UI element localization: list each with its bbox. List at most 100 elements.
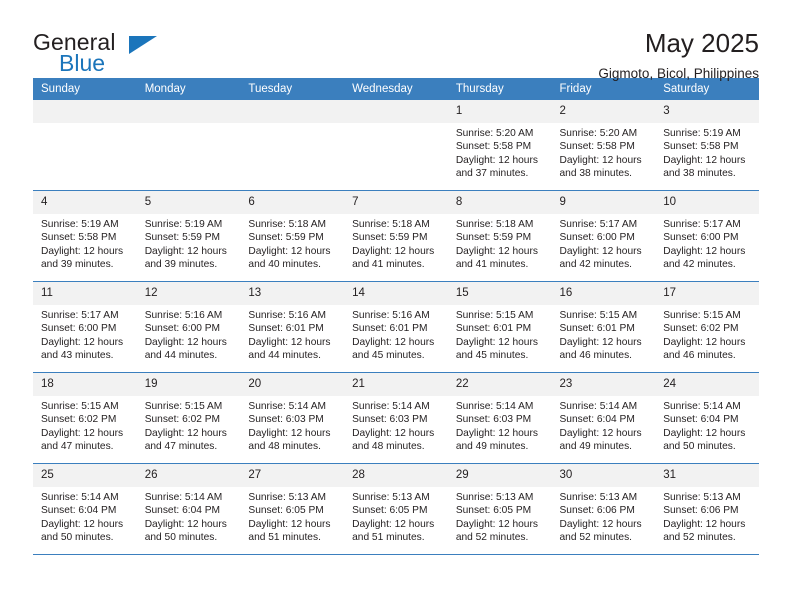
day-number: 31: [655, 464, 759, 487]
daylight-text-line2: and 51 minutes.: [352, 531, 425, 543]
day-cell[interactable]: 20 Sunrise: 5:14 AM Sunset: 6:03 PM Dayligh…: [240, 373, 345, 463]
daylight-text-line2: and 50 minutes.: [41, 531, 114, 543]
daylight-text-line2: and 51 minutes.: [248, 531, 321, 543]
day-cell[interactable]: 27 Sunrise: 5:13 AM Sunset: 6:05 PM Dayligh…: [240, 464, 345, 554]
day-cell[interactable]: 3 Sunrise: 5:19 AM Sunset: 5:58 PM Daylight…: [655, 100, 759, 190]
day-info: Sunrise: 5:14 AM Sunset: 6:04 PM Daylight:…: [655, 396, 759, 453]
sunrise-text: Sunrise: 5:14 AM: [559, 401, 638, 412]
daylight-text-line1: Daylight: 12 hours: [455, 154, 538, 166]
day-number: 1: [447, 100, 552, 123]
day-number: 26: [136, 464, 241, 487]
day-cell[interactable]: 23 Sunrise: 5:14 AM Sunset: 6:04 PM Dayligh…: [551, 373, 656, 463]
sunrise-text: Sunrise: 5:17 AM: [41, 310, 119, 321]
sunset-text: Sunset: 6:04 PM: [41, 505, 117, 517]
day-cell[interactable]: 17 Sunrise: 5:15 AM Sunset: 6:02 PM Dayligh…: [655, 282, 759, 372]
day-cell[interactable]: 2 Sunrise: 5:20 AM Sunset: 5:58 PM Daylight…: [551, 100, 656, 190]
daylight-text-line2: and 45 minutes.: [352, 349, 425, 361]
day-cell[interactable]: 15 Sunrise: 5:15 AM Sunset: 6:01 PM Dayligh…: [447, 282, 552, 372]
sunrise-text: Sunrise: 5:19 AM: [144, 219, 223, 230]
calendar-week-row: 1 Sunrise: 5:20 AM Sunset: 5:58 PM Daylight…: [33, 100, 759, 191]
daylight-text-line1: Daylight: 12 hours: [663, 518, 746, 530]
sunset-text: Sunset: 6:02 PM: [663, 323, 739, 335]
sunset-text: Sunset: 5:59 PM: [248, 232, 324, 244]
sunrise-text: Sunrise: 5:19 AM: [663, 128, 741, 139]
day-info: Sunrise: 5:20 AM Sunset: 5:58 PM Daylight:…: [552, 123, 656, 180]
daylight-text-line2: and 44 minutes.: [144, 349, 218, 361]
daylight-text-line1: Daylight: 12 hours: [455, 518, 538, 530]
calendar-week-row: 25 Sunrise: 5:14 AM Sunset: 6:04 PM Dayligh…: [33, 463, 759, 554]
sunrise-text: Sunrise: 5:14 AM: [144, 492, 223, 503]
sunset-text: Sunset: 6:01 PM: [559, 323, 635, 335]
sunrise-text: Sunrise: 5:13 AM: [352, 492, 430, 503]
day-number: [344, 100, 448, 123]
day-cell[interactable]: 11 Sunrise: 5:17 AM Sunset: 6:00 PM Dayligh…: [33, 282, 137, 372]
day-cell[interactable]: 13 Sunrise: 5:16 AM Sunset: 6:01 PM Dayligh…: [240, 282, 345, 372]
day-cell[interactable]: 9 Sunrise: 5:17 AM Sunset: 6:00 PM Daylight…: [551, 191, 656, 281]
day-cell[interactable]: 28 Sunrise: 5:13 AM Sunset: 6:05 PM Dayligh…: [344, 464, 448, 554]
daylight-text-line2: and 52 minutes.: [559, 531, 633, 543]
day-cell[interactable]: 8 Sunrise: 5:18 AM Sunset: 5:59 PM Daylight…: [447, 191, 552, 281]
sunset-text: Sunset: 5:59 PM: [352, 232, 428, 244]
day-cell[interactable]: 29 Sunrise: 5:13 AM Sunset: 6:05 PM Dayligh…: [447, 464, 552, 554]
day-cell[interactable]: 22 Sunrise: 5:14 AM Sunset: 6:03 PM Dayligh…: [447, 373, 552, 463]
sunset-text: Sunset: 5:58 PM: [455, 141, 532, 153]
day-cell[interactable]: 31 Sunrise: 5:13 AM Sunset: 6:06 PM Dayligh…: [655, 464, 759, 554]
day-number: 25: [33, 464, 137, 487]
daylight-text-line1: Daylight: 12 hours: [144, 427, 227, 439]
day-cell[interactable]: 25 Sunrise: 5:14 AM Sunset: 6:04 PM Dayligh…: [33, 464, 137, 554]
page-title: May 2025: [644, 28, 759, 58]
daylight-text-line2: and 38 minutes.: [663, 167, 736, 179]
sunset-text: Sunset: 6:04 PM: [663, 414, 739, 426]
day-info: Sunrise: 5:14 AM Sunset: 6:03 PM Daylight:…: [344, 396, 448, 453]
day-cell[interactable]: 18 Sunrise: 5:15 AM Sunset: 6:02 PM Dayligh…: [33, 373, 137, 463]
sunset-text: Sunset: 5:58 PM: [41, 232, 117, 244]
daylight-text-line2: and 46 minutes.: [663, 349, 736, 361]
sunrise-text: Sunrise: 5:16 AM: [248, 310, 326, 321]
sunset-text: Sunset: 6:03 PM: [352, 414, 428, 426]
daylight-text-line1: Daylight: 12 hours: [559, 427, 642, 439]
calendar-week-row: 11 Sunrise: 5:17 AM Sunset: 6:00 PM Dayligh…: [33, 281, 759, 373]
sunrise-text: Sunrise: 5:15 AM: [559, 310, 638, 321]
daylight-text-line2: and 43 minutes.: [41, 349, 114, 361]
day-cell[interactable]: 19 Sunrise: 5:15 AM Sunset: 6:02 PM Dayligh…: [136, 373, 241, 463]
day-cell[interactable]: 24 Sunrise: 5:14 AM Sunset: 6:04 PM Dayligh…: [655, 373, 759, 463]
day-info: Sunrise: 5:14 AM Sunset: 6:03 PM Daylight:…: [448, 396, 552, 453]
day-cell-empty: [240, 100, 345, 190]
day-cell[interactable]: 10 Sunrise: 5:17 AM Sunset: 6:00 PM Dayligh…: [655, 191, 759, 281]
daylight-text-line1: Daylight: 12 hours: [663, 154, 746, 166]
day-number: 24: [655, 373, 759, 396]
day-cell[interactable]: 21 Sunrise: 5:14 AM Sunset: 6:03 PM Dayligh…: [344, 373, 448, 463]
sunrise-text: Sunrise: 5:20 AM: [455, 128, 534, 139]
day-cell[interactable]: 16 Sunrise: 5:15 AM Sunset: 6:01 PM Dayligh…: [551, 282, 656, 372]
day-cell[interactable]: 7 Sunrise: 5:18 AM Sunset: 5:59 PM Daylight…: [344, 191, 448, 281]
sunset-text: Sunset: 6:04 PM: [144, 505, 221, 517]
daylight-text-line1: Daylight: 12 hours: [455, 245, 538, 257]
sunrise-text: Sunrise: 5:18 AM: [248, 219, 326, 230]
day-number: 19: [136, 373, 241, 396]
sunrise-text: Sunrise: 5:14 AM: [248, 401, 326, 412]
sunrise-text: Sunrise: 5:14 AM: [41, 492, 119, 503]
day-cell[interactable]: 12 Sunrise: 5:16 AM Sunset: 6:00 PM Dayligh…: [136, 282, 241, 372]
sunrise-text: Sunrise: 5:15 AM: [41, 401, 119, 412]
brand-logo[interactable]: General Blue: [33, 28, 263, 75]
daylight-text-line1: Daylight: 12 hours: [144, 518, 227, 530]
day-cell[interactable]: 30 Sunrise: 5:13 AM Sunset: 6:06 PM Dayligh…: [551, 464, 656, 554]
day-cell[interactable]: 4 Sunrise: 5:19 AM Sunset: 5:58 PM Daylight…: [33, 191, 137, 281]
day-info: Sunrise: 5:13 AM Sunset: 6:05 PM Daylight:…: [344, 487, 448, 544]
sunset-text: Sunset: 5:58 PM: [559, 141, 635, 153]
page-subtitle-location: Gigmoto, Bicol, Philippines: [598, 66, 759, 81]
day-cell[interactable]: 6 Sunrise: 5:18 AM Sunset: 5:59 PM Daylight…: [240, 191, 345, 281]
day-cell-empty: [344, 100, 448, 190]
day-number: 16: [551, 282, 656, 305]
day-cell[interactable]: 5 Sunrise: 5:19 AM Sunset: 5:59 PM Daylight…: [136, 191, 241, 281]
day-info: Sunrise: 5:19 AM Sunset: 5:58 PM Daylight:…: [655, 123, 759, 180]
day-cell[interactable]: 1 Sunrise: 5:20 AM Sunset: 5:58 PM Daylight…: [447, 100, 552, 190]
daylight-text-line1: Daylight: 12 hours: [144, 336, 227, 348]
daylight-text-line2: and 40 minutes.: [248, 258, 321, 270]
sunrise-text: Sunrise: 5:14 AM: [455, 401, 534, 412]
day-number: 14: [344, 282, 448, 305]
day-cell[interactable]: 14 Sunrise: 5:16 AM Sunset: 6:01 PM Dayligh…: [344, 282, 448, 372]
day-number: 18: [33, 373, 137, 396]
sunset-text: Sunset: 6:06 PM: [559, 505, 635, 517]
day-cell[interactable]: 26 Sunrise: 5:14 AM Sunset: 6:04 PM Dayligh…: [136, 464, 241, 554]
